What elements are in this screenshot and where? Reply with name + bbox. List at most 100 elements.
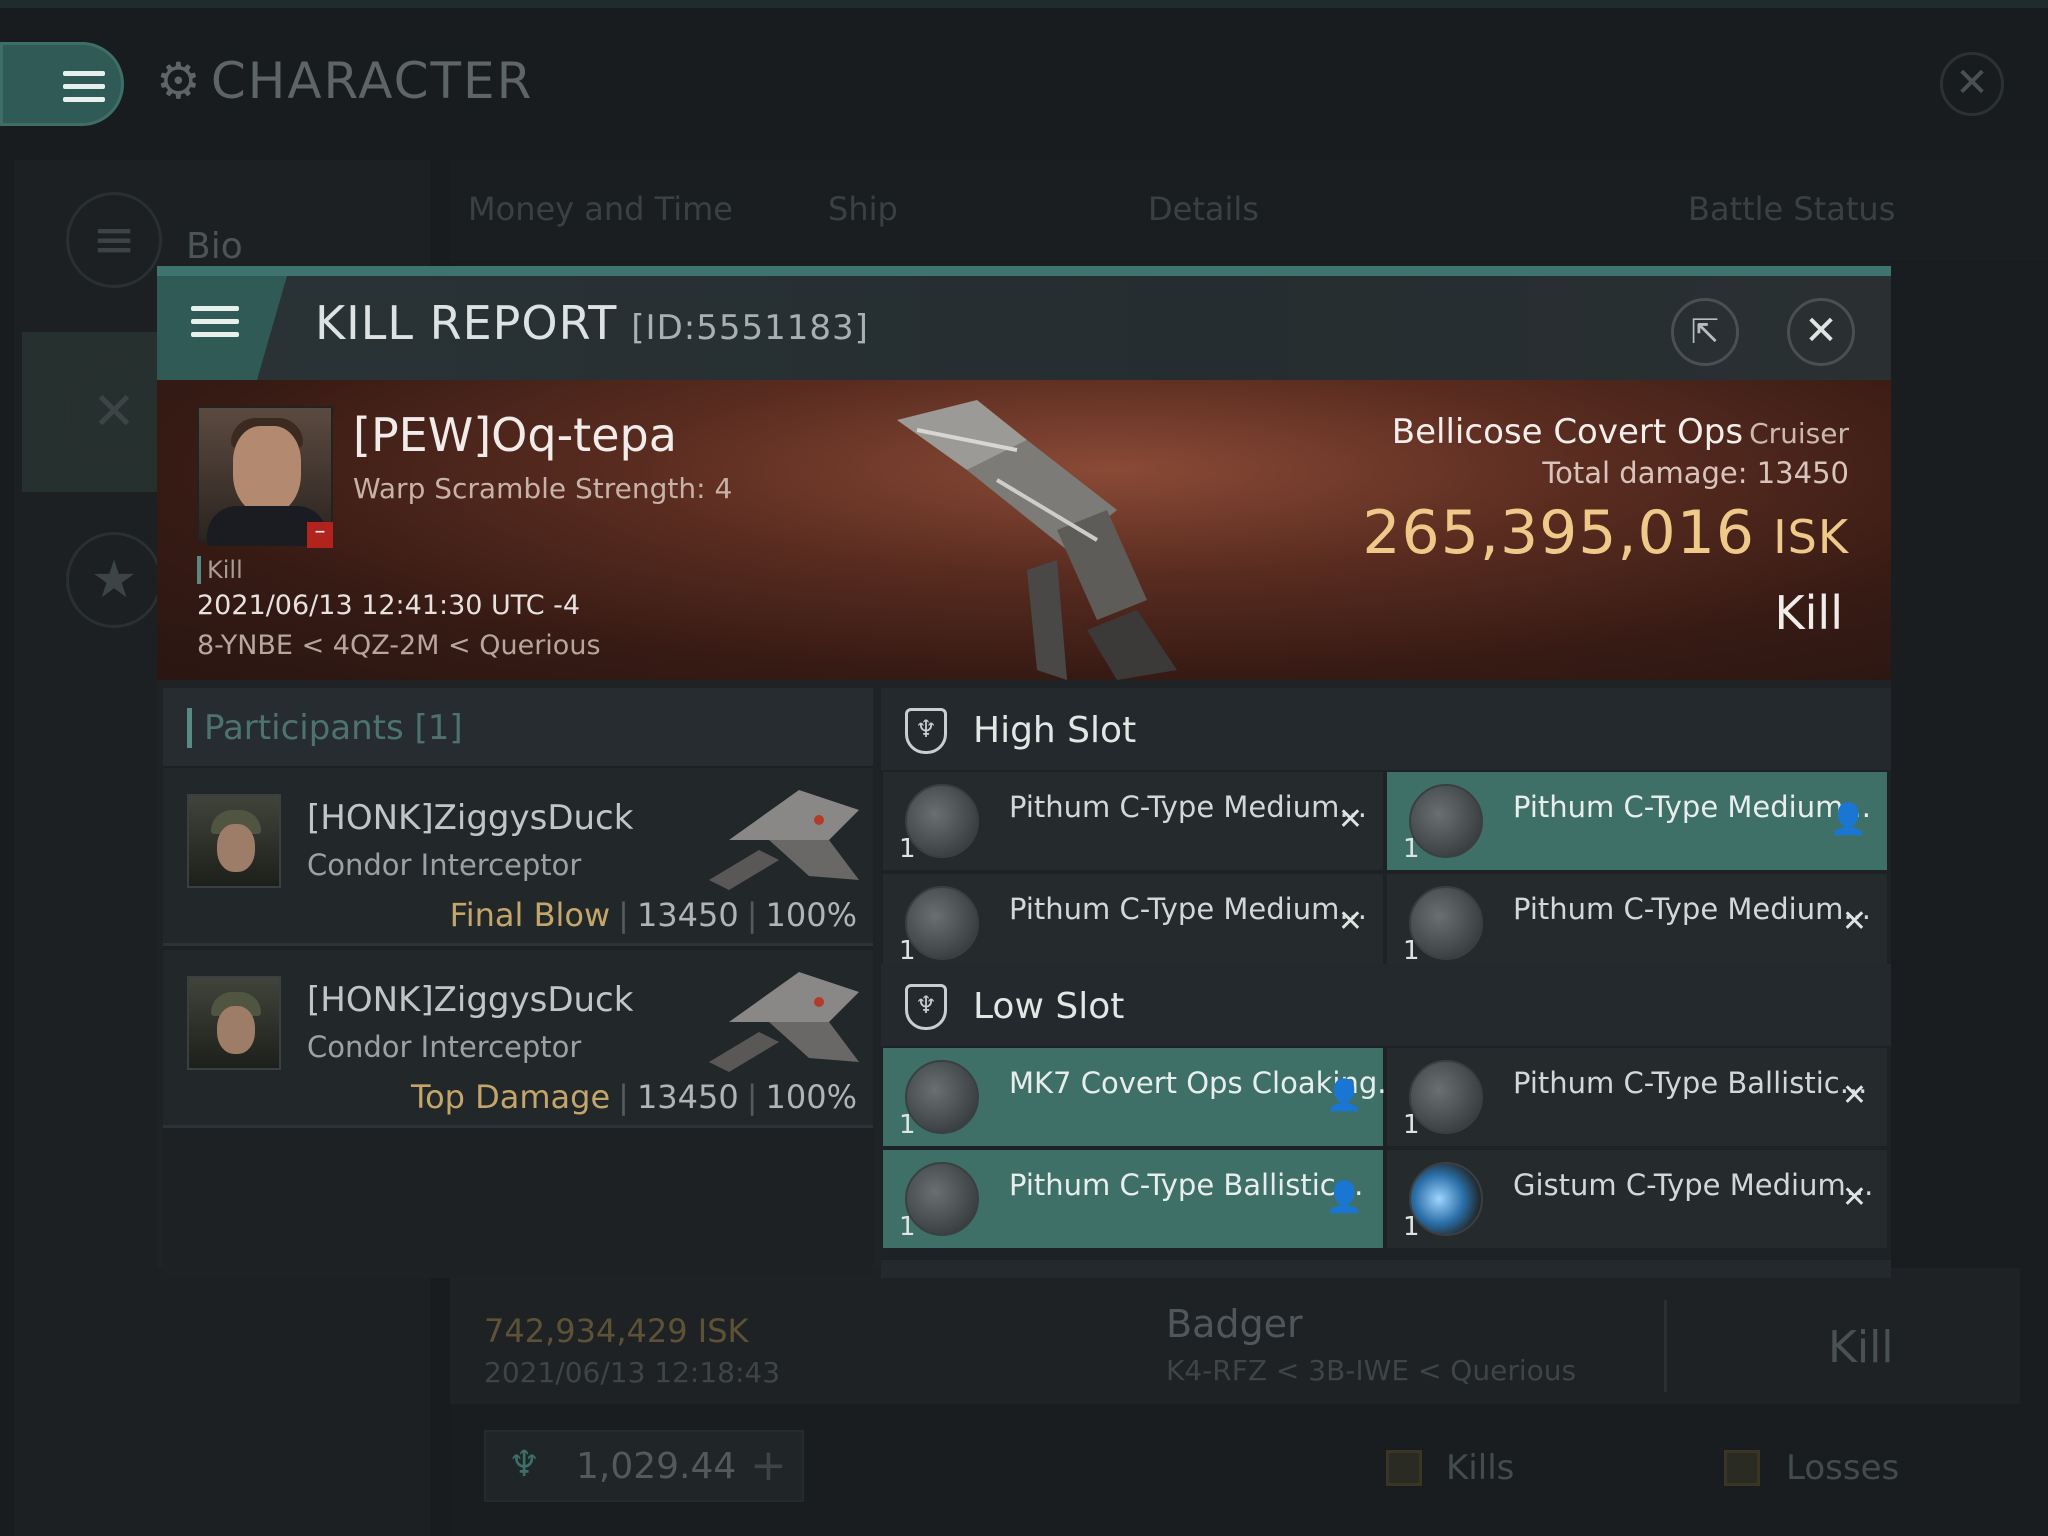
row-divider <box>1664 1300 1667 1392</box>
window-title: ⚙ CHARACTER <box>156 52 534 110</box>
low-slot-module[interactable]: 1 Pithum C-Type Ballistic... ✕ <box>1387 1048 1887 1146</box>
isk-value: 265,395,016 ISK <box>1362 498 1849 568</box>
top-edge <box>0 0 2048 8</box>
participant-role: Top Damage <box>410 1078 611 1116</box>
participant-row[interactable]: [HONK]ZiggysDuck Condor Interceptor Fina… <box>163 768 873 946</box>
fitting-panel: ♆ High Slot 1 Pithum C-Type Medium... ✕ … <box>881 688 1891 1278</box>
row-isk: 742,934,429 ISK <box>484 1312 749 1350</box>
sidebar-item-bio[interactable]: ≡ <box>22 160 172 320</box>
ship-class: Cruiser <box>1749 417 1849 450</box>
tab-ship[interactable]: Ship <box>810 160 1130 260</box>
turret-module-icon <box>905 784 979 858</box>
cloak-module-icon <box>905 1060 979 1134</box>
main-menu-button[interactable] <box>0 42 124 126</box>
kill-report-modal: KILL REPORT [ID:5551183] ⇱ ✕ – [PEW]Oq-te… <box>157 266 1891 1278</box>
modal-header: KILL REPORT [ID:5551183] ⇱ ✕ <box>157 276 1891 380</box>
kill-type-label: Kill <box>197 556 243 584</box>
losses-checkbox[interactable] <box>1724 1450 1760 1486</box>
hostile-badge-icon: – <box>307 521 333 548</box>
ship-name: Bellicose Covert Ops Cruiser <box>1391 412 1849 452</box>
high-slot-module[interactable]: 1 Pithum C-Type Medium... 👤 <box>1387 772 1887 870</box>
tab-battle-status[interactable]: Battle Status <box>1670 160 1970 260</box>
star-icon: ★ <box>66 532 162 628</box>
participant-ship: Condor Interceptor <box>307 1030 582 1064</box>
row-date: 2021/06/13 12:18:43 <box>484 1356 781 1389</box>
participant-row[interactable]: [HONK]ZiggysDuck Condor Interceptor Top … <box>163 950 873 1128</box>
wallet-icon: ♆ <box>508 1444 541 1485</box>
kill-datetime: 2021/06/13 12:41:30 UTC -4 <box>197 590 581 621</box>
tab-bar: Money and Time Ship Details Battle Statu… <box>450 160 2048 260</box>
participants-panel: Participants [1] [HONK]ZiggysDuck Condor… <box>163 688 873 1278</box>
participant-ship-image <box>709 790 859 890</box>
total-damage-value: 13450 <box>1756 456 1849 490</box>
low-slot-module[interactable]: 1 Pithum C-Type Ballistic... 👤 <box>883 1150 1383 1248</box>
hamburger-icon <box>191 306 239 345</box>
total-damage: Total damage: 13450 <box>1542 456 1849 490</box>
participant-name[interactable]: [HONK]ZiggysDuck <box>307 980 633 1020</box>
add-funds-button[interactable]: + <box>750 1440 787 1491</box>
dropped-person-icon: 👤 <box>1829 802 1867 837</box>
sidebar-item-battle[interactable]: ✕ <box>22 332 172 492</box>
participant-avatar[interactable] <box>187 976 281 1070</box>
warp-scramble-strength: Warp Scramble Strength: 4 <box>353 472 733 505</box>
modal-close-button[interactable]: ✕ <box>1787 298 1855 366</box>
destroyed-icon: ✕ <box>1337 802 1363 837</box>
victim-name[interactable]: [PEW]Oq-tepa <box>353 408 677 462</box>
wallet-value: 1,029.44 <box>576 1446 737 1487</box>
participant-ship-image <box>709 972 859 1072</box>
participant-percent: 100% <box>765 1078 857 1116</box>
participant-stats: Final Blow | 13450 | 100% <box>449 896 857 934</box>
window-close-button[interactable]: ✕ <box>1940 52 2004 116</box>
crossed-swords-icon: ✕ <box>66 364 162 460</box>
share-external-icon[interactable]: ⇱ <box>1671 298 1739 366</box>
high-slot-header: ♆ High Slot <box>881 688 1891 770</box>
participant-ship: Condor Interceptor <box>307 848 582 882</box>
losses-filter-label: Losses <box>1786 1448 1900 1488</box>
turret-module-icon <box>905 886 979 960</box>
modal-title: KILL REPORT [ID:5551183] <box>315 296 869 350</box>
participant-role: Final Blow <box>449 896 611 934</box>
victim-ship-image <box>897 400 1177 680</box>
turret-module-icon <box>1409 886 1483 960</box>
isk-unit: ISK <box>1773 510 1849 564</box>
low-slot-icon: ♆ <box>905 984 947 1030</box>
low-slot-header: ♆ Low Slot <box>881 964 1891 1046</box>
high-slot-module[interactable]: 1 Pithum C-Type Medium... ✕ <box>1387 874 1887 972</box>
sidebar-item-medals[interactable]: ★ <box>22 500 172 660</box>
destroyed-icon: ✕ <box>1841 1078 1867 1113</box>
destroyed-icon: ✕ <box>1337 904 1363 939</box>
row-result: Kill <box>1828 1322 1894 1373</box>
participant-damage: 13450 <box>636 896 739 934</box>
modal-menu-button[interactable] <box>157 276 287 380</box>
dropped-person-icon: 👤 <box>1325 1180 1363 1215</box>
turret-module-icon <box>1409 784 1483 858</box>
low-slot-module[interactable]: 1 Gistum C-Type Medium... ✕ <box>1387 1150 1887 1248</box>
tab-money-time[interactable]: Money and Time <box>450 160 810 260</box>
high-slot-module[interactable]: 1 Pithum C-Type Medium... ✕ <box>883 772 1383 870</box>
menu-list-icon: ≡ <box>66 192 162 288</box>
row-location: K4-RFZ < 3B-IWE < Querious <box>1166 1354 1577 1387</box>
participants-header: Participants [1] <box>163 688 873 766</box>
low-slot-module[interactable]: 1 MK7 Covert Ops Cloaking... 👤 <box>883 1048 1405 1146</box>
ballistic-module-icon <box>905 1162 979 1236</box>
tab-details[interactable]: Details <box>1130 160 1670 260</box>
victim-banner: – [PEW]Oq-tepa Warp Scramble Strength: 4… <box>157 380 1891 680</box>
kill-result: Kill <box>1774 586 1843 640</box>
kill-id: [ID:5551183] <box>631 308 869 348</box>
kill-location[interactable]: 8-YNBE < 4QZ-2M < Querious <box>197 630 601 661</box>
participant-name[interactable]: [HONK]ZiggysDuck <box>307 798 633 838</box>
participant-damage: 13450 <box>636 1078 739 1116</box>
kills-filter-label: Kills <box>1446 1448 1515 1488</box>
destroyed-icon: ✕ <box>1841 1180 1867 1215</box>
high-slot-module[interactable]: 1 Pithum C-Type Medium... ✕ <box>883 874 1383 972</box>
high-slot-icon: ♆ <box>905 708 947 754</box>
sidebar-bio-label: Bio <box>186 226 243 267</box>
participant-percent: 100% <box>765 896 857 934</box>
participant-avatar[interactable] <box>187 794 281 888</box>
ballistic-module-icon <box>1409 1060 1483 1134</box>
app-screen: { "background": { "title": "CHARACTER", … <box>0 0 2048 1536</box>
hamburger-icon <box>63 71 105 103</box>
destroyed-icon: ✕ <box>1841 904 1867 939</box>
kills-checkbox[interactable] <box>1386 1450 1422 1486</box>
energy-module-icon <box>1409 1162 1483 1236</box>
